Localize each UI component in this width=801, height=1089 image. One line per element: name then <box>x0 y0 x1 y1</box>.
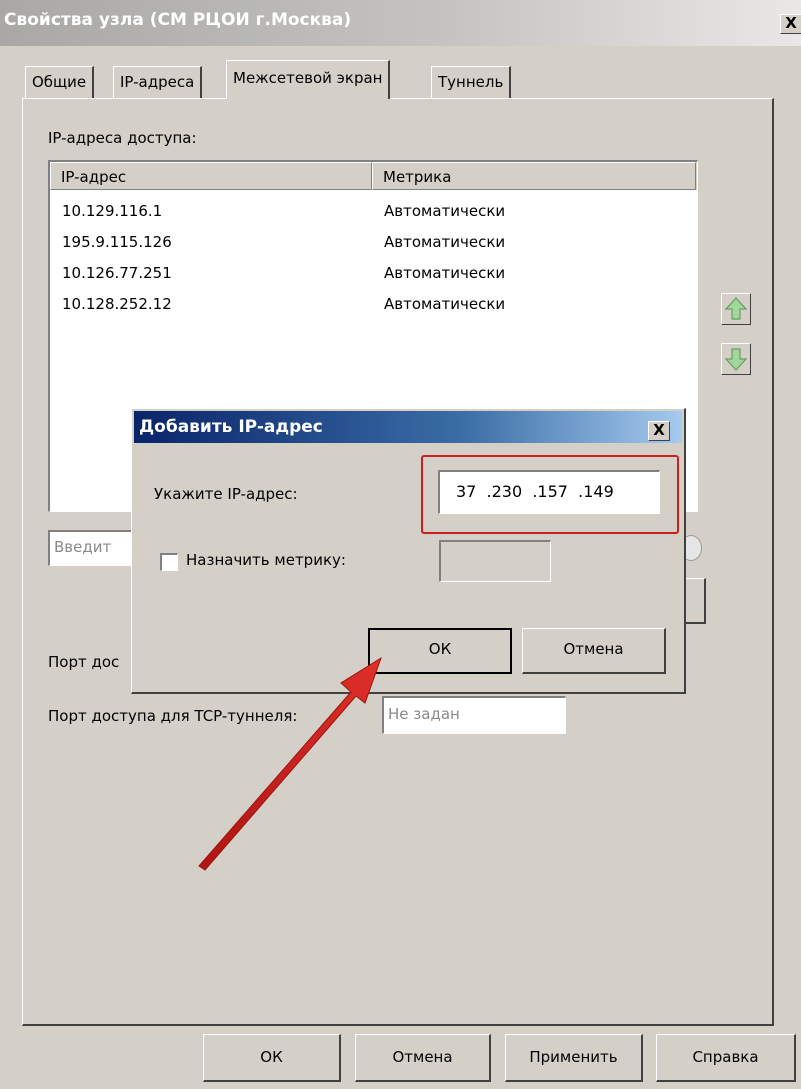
annotation-arrow-icon <box>198 656 382 871</box>
node-properties-window: Свойства узла (СМ РЦОИ г.Москва) X Общие… <box>0 0 801 1089</box>
